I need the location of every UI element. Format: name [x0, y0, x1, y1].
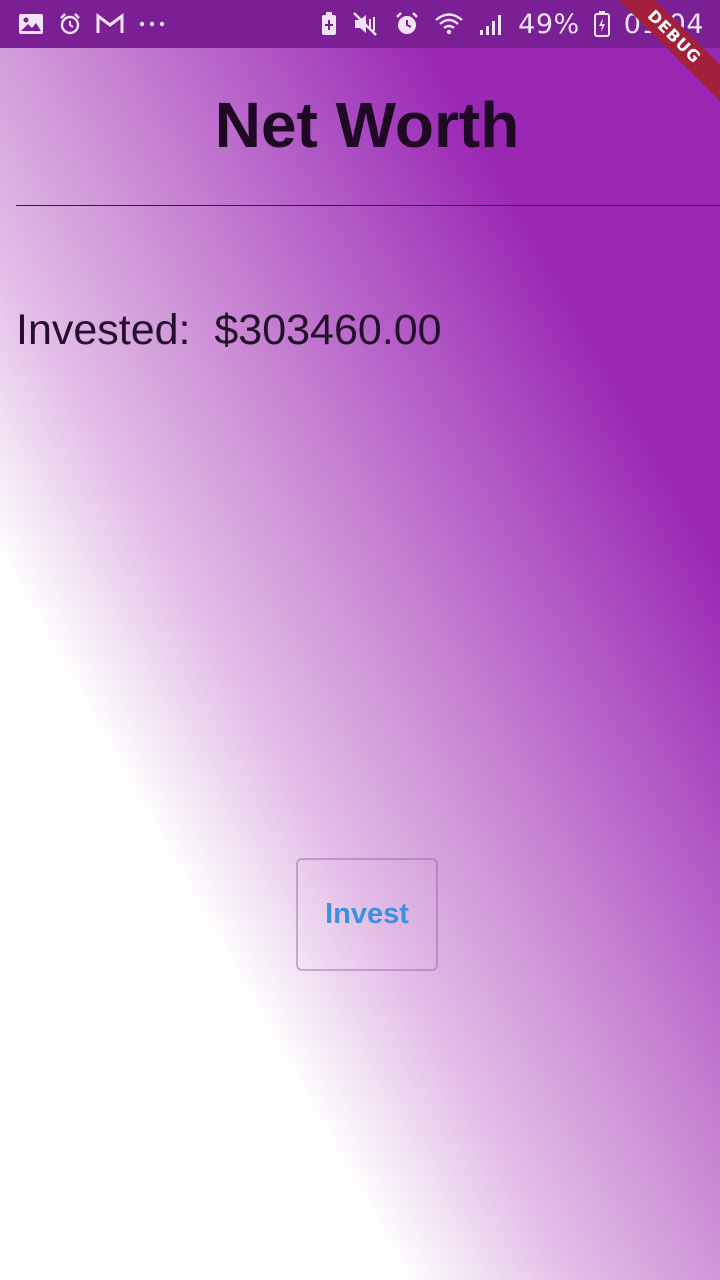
more-dots-icon — [138, 10, 166, 38]
image-icon — [18, 10, 44, 38]
battery-saver-icon — [320, 10, 338, 38]
invested-amount: Invested: $303460.00 — [16, 306, 442, 354]
status-time: 01:04 — [623, 8, 704, 40]
mute-icon — [352, 10, 380, 38]
title-divider — [16, 205, 720, 206]
page-title: Net Worth — [214, 89, 520, 161]
invest-button[interactable]: Invest — [296, 858, 438, 971]
status-bar: 49% 01:04 — [0, 0, 720, 48]
signal-icon — [478, 10, 504, 38]
battery-percent: 49% — [518, 8, 580, 40]
alarm-icon — [58, 10, 82, 38]
alarm-clock-icon — [394, 10, 420, 38]
status-left-icons — [18, 10, 166, 38]
gmail-icon — [96, 10, 124, 38]
status-right-icons: 49% 01:04 — [320, 9, 704, 40]
wifi-icon — [434, 10, 464, 38]
battery-icon — [593, 10, 610, 38]
